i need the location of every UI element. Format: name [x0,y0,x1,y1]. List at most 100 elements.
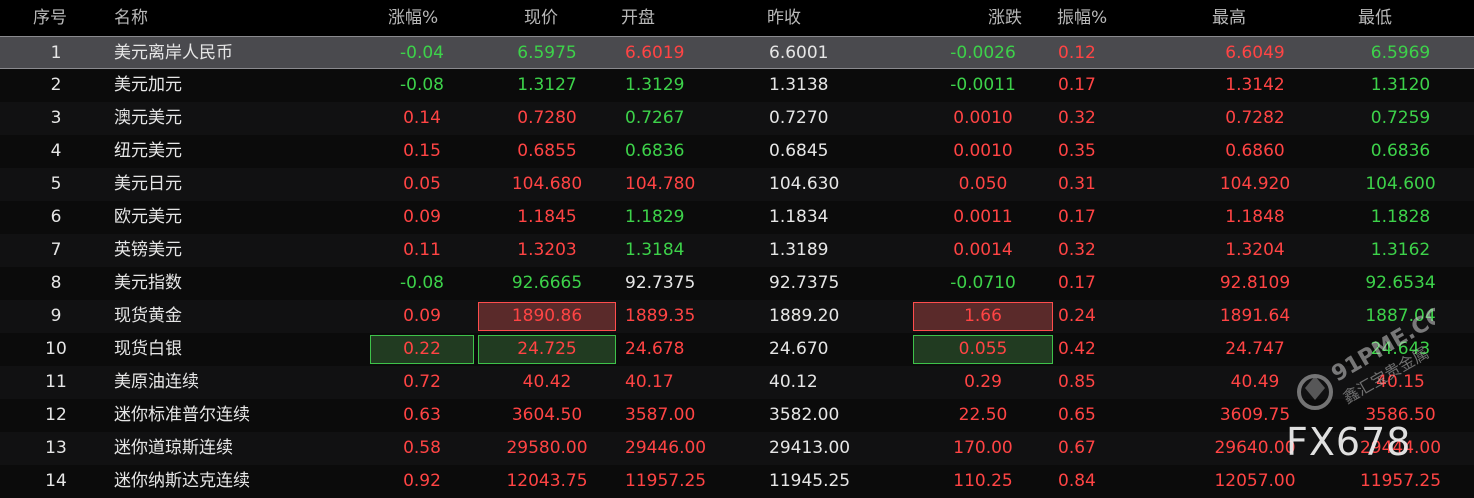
row-low: 0.6836 [1370,141,1431,161]
table-row[interactable]: 4 纽元美元 0.15 0.6855 0.6836 0.6845 0.0010 0.35 0.6… [0,135,1474,168]
row-amplitude: 0.17 [1058,75,1096,95]
row-open: 3587.00 [625,405,696,425]
row-price: 40.42 [522,372,572,392]
row-change: 0.0014 [953,240,1013,260]
table-row[interactable]: 2 美元加元 -0.08 1.3127 1.3129 1.3138 -0.0011 0.17 1… [0,69,1474,102]
row-name: 现货白银 [114,339,182,359]
row-change: 0.0011 [953,207,1013,227]
row-index: 2 [50,75,62,95]
row-high: 1.3204 [1225,240,1285,260]
row-prev-close: 24.670 [769,339,829,359]
table-header: 序号 名称 涨幅% 现价 开盘 昨收 涨跌 振幅% 最高 最低 [0,0,1474,36]
row-change-pct: -0.08 [400,75,444,95]
row-low: 6.5969 [1370,43,1431,63]
row-name: 英镑美元 [114,240,182,260]
row-change: 170.00 [953,438,1013,458]
row-change: 0.050 [958,174,1008,194]
table-row[interactable]: 5 美元日元 0.05 104.680 104.780 104.630 0.050 0.31 1… [0,168,1474,201]
table-row[interactable]: 13 迷你道琼斯连续 0.58 29580.00 29446.00 29413.00 170… [0,432,1474,465]
row-open: 11957.25 [625,471,707,491]
table-row[interactable]: 10 现货白银 0.22 24.725 24.678 24.670 0.055 0.42 24.… [0,333,1474,366]
header-prev-close[interactable]: 昨收 [765,0,905,36]
row-name: 美元加元 [114,75,182,95]
header-price[interactable]: 现价 [478,0,616,36]
row-index: 5 [50,174,62,194]
row-open: 104.780 [625,174,696,194]
row-prev-close: 29413.00 [769,438,851,458]
row-price: 29580.00 [506,438,588,458]
row-amplitude: 0.32 [1058,108,1096,128]
row-prev-close: 104.630 [769,174,840,194]
row-index: 12 [45,405,67,425]
row-change: -0.0011 [950,75,1016,95]
quote-table: 序号 名称 涨幅% 现价 开盘 昨收 涨跌 振幅% 最高 最低 1 美元离岸人民币… [0,0,1474,498]
table-row[interactable]: 7 英镑美元 0.11 1.3203 1.3184 1.3189 0.0014 0.32 1.3… [0,234,1474,267]
row-amplitude: 0.32 [1058,240,1096,260]
row-index: 14 [45,471,67,491]
row-price: 1.3203 [517,240,577,260]
row-name: 美原油连续 [114,372,199,392]
header-amplitude[interactable]: 振幅% [1055,0,1185,36]
table-row[interactable]: 11 美原油连续 0.72 40.42 40.17 40.12 0.29 0.85 40.49 4… [0,366,1474,399]
row-name: 欧元美元 [114,207,182,227]
row-prev-close: 3582.00 [769,405,840,425]
row-open: 0.6836 [625,141,685,161]
row-open: 1.3129 [625,75,685,95]
row-open: 6.6019 [625,43,685,63]
row-price: 0.6855 [517,141,577,161]
header-name[interactable]: 名称 [112,0,372,36]
table-row[interactable]: 6 欧元美元 0.09 1.1845 1.1829 1.1834 0.0011 0.17 1.1… [0,201,1474,234]
row-index: 1 [50,43,62,63]
row-amplitude: 0.17 [1058,207,1096,227]
row-price: 12043.75 [506,471,588,491]
row-price: 1.1845 [517,207,577,227]
table-row[interactable]: 14 迷你纳斯达克连续 0.92 12043.75 11957.25 11945.25 11… [0,465,1474,498]
row-change: -0.0710 [950,273,1016,293]
row-prev-close: 1.3138 [769,75,829,95]
row-change: -0.0026 [950,43,1016,63]
row-prev-close: 1.3189 [769,240,829,260]
row-prev-close: 6.6001 [769,43,829,63]
row-open: 24.678 [625,339,685,359]
row-change-pct: 0.14 [403,108,441,128]
row-amplitude: 0.24 [1058,306,1096,326]
watermark-logo-icon: 91PME.COM 鑫汇宝贵金属 [1297,292,1435,410]
row-name: 现货黄金 [114,306,182,326]
row-change-pct: 0.92 [403,471,441,491]
row-open: 1.3184 [625,240,685,260]
table-row[interactable]: 12 迷你标准普尔连续 0.63 3604.50 3587.00 3582.00 22.50… [0,399,1474,432]
row-high: 0.6860 [1225,141,1285,161]
row-change: 110.25 [953,471,1013,491]
row-open: 1889.35 [625,306,696,326]
table-row[interactable]: 9 现货黄金 0.09 1890.86 1889.35 1889.20 1.66 0.24 18… [0,300,1474,333]
row-low: 0.7259 [1370,108,1431,128]
header-change[interactable]: 涨跌 [913,0,1053,36]
row-change-pct: 0.63 [403,405,441,425]
header-index[interactable]: 序号 [0,0,112,36]
row-low: 1.3120 [1370,75,1431,95]
row-prev-close: 0.7270 [769,108,829,128]
row-change-pct: 0.15 [403,141,441,161]
row-amplitude: 0.17 [1058,273,1096,293]
row-open: 1.1829 [625,207,685,227]
row-change: 0.29 [964,372,1002,392]
row-change: 0.055 [913,335,1053,364]
row-index: 4 [50,141,62,161]
row-change-pct: 0.22 [370,335,474,364]
row-name: 澳元美元 [114,108,182,128]
table-row[interactable]: 8 美元指数 -0.08 92.6665 92.7375 92.7375 -0.0710 0.… [0,267,1474,300]
header-open[interactable]: 开盘 [619,0,745,36]
row-price: 92.6665 [511,273,583,293]
header-low[interactable]: 最低 [1327,0,1474,36]
row-amplitude: 0.31 [1058,174,1096,194]
row-name: 美元指数 [114,273,182,293]
table-row[interactable]: 3 澳元美元 0.14 0.7280 0.7267 0.7270 0.0010 0.32 0.7… [0,102,1474,135]
header-high[interactable]: 最高 [1185,0,1325,36]
row-name: 迷你纳斯达克连续 [114,471,250,491]
row-prev-close: 92.7375 [769,273,840,293]
table-row[interactable]: 1 美元离岸人民币 -0.04 6.5975 6.6019 6.6001 -0.0026 0.… [0,36,1474,69]
row-prev-close: 1889.20 [769,306,840,326]
row-open: 0.7267 [625,108,685,128]
row-low: 11957.25 [1359,471,1442,491]
header-change-pct[interactable]: 涨幅% [370,0,474,36]
